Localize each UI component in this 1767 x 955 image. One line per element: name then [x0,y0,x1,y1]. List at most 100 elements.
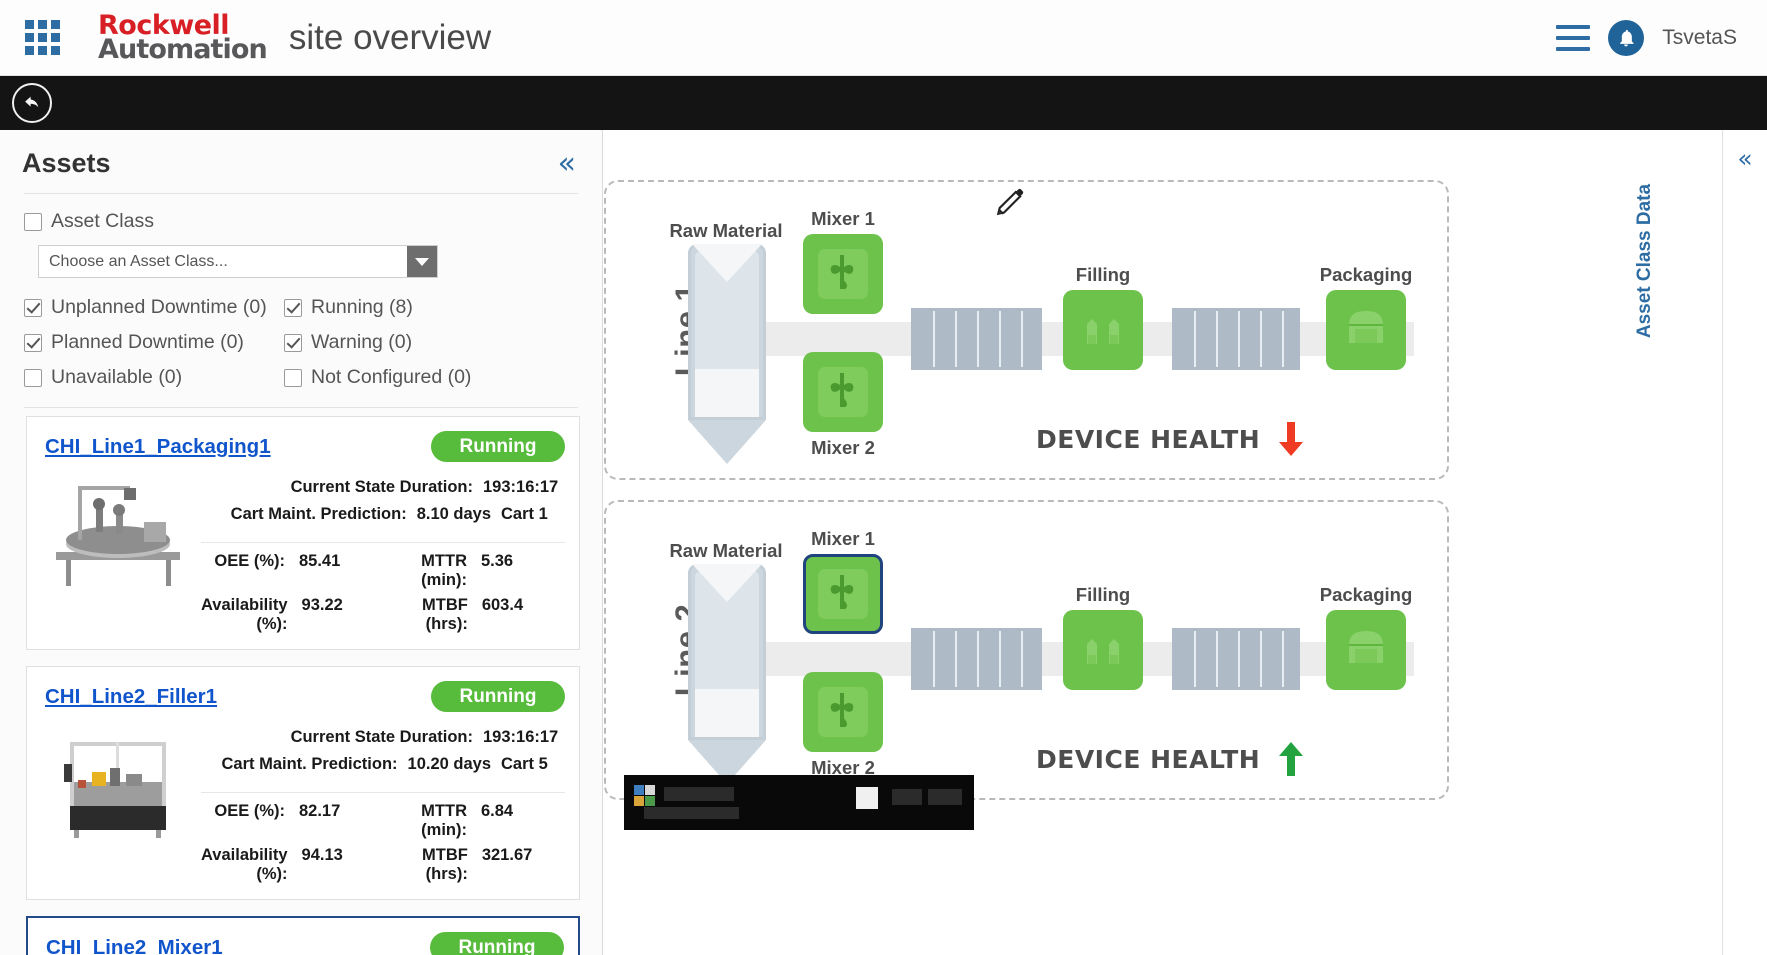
collapse-sidebar-icon[interactable]: « [558,148,576,179]
overlay-block [645,796,655,806]
card-body: Current State Duration: 193:16:17 Cart M… [27,722,579,899]
status-badge[interactable]: Running [430,932,564,955]
mttr-label: MTTR (min): [421,802,467,839]
assets-sidebar: Assets « Asset Class Choose an Asset Cla… [0,130,603,955]
availability-label: Availability (%): [201,846,288,883]
mttr-value: 5.36 [481,552,514,570]
filter-unplanned-downtime[interactable]: Unplanned Downtime (0) [24,296,284,319]
checkbox[interactable] [284,333,302,352]
filter-running[interactable]: Running (8) [284,296,544,319]
app-header: Rockwell Automation site overview Tsveta… [0,0,1767,76]
stage-label-packaging: Packaging [1319,584,1413,605]
filter-label: Unavailable (0) [51,366,183,388]
raw-material-tank[interactable] [688,564,766,784]
username-label[interactable]: TsvetaS [1662,26,1737,50]
chevron-down-icon[interactable] [407,246,437,277]
mixer-icon [818,687,868,737]
cart-value: Cart 5 [501,755,548,773]
sidebar-header: Assets « [0,130,602,193]
filter-label: Planned Downtime (0) [51,331,244,353]
filter-not-configured[interactable]: Not Configured (0) [284,366,544,389]
overlay-block [634,796,644,806]
filter-warning[interactable]: Warning (0) [284,331,544,354]
asset-card[interactable]: CHI_Line1_Packaging1 Running Current Sta… [26,416,580,650]
cart-value: Cart 1 [501,505,548,523]
packaging-machine-photo [45,474,195,594]
mixer-1-machine[interactable] [803,554,883,634]
mixer-2-machine[interactable] [803,672,883,752]
prediction-label: Cart Maint. Prediction: [230,505,407,523]
mttr-label: MTTR (min): [421,552,467,589]
overlay-block [856,787,878,809]
checkbox[interactable] [24,298,42,317]
asset-class-label: Asset Class [51,210,154,232]
line-1-container[interactable]: Line 1 Raw Material Mixer 1 Mixer 2 Fill… [604,180,1449,480]
asset-name-link[interactable]: CHI_Line2_Filler1 [45,685,217,709]
mixer-1-machine[interactable] [803,234,883,314]
mixer-2-machine[interactable] [803,352,883,432]
availability-value: 93.22 [301,596,343,614]
filling-machine[interactable] [1063,290,1143,370]
belt-segment [1172,628,1300,690]
secondary-toolbar [0,76,1767,130]
line-2-container[interactable]: Line 2 Raw Material Mixer 1 Mixer 2 Fill… [604,500,1449,800]
device-health-indicator[interactable]: DEVICE HEALTH [1036,740,1308,778]
packaging-icon [1339,303,1393,357]
rockwell-automation-logo: Rockwell Automation [98,12,268,63]
status-badge[interactable]: Running [431,681,565,712]
stage-label-filling: Filling [1075,584,1131,605]
asset-class-checkbox-row[interactable]: Asset Class [24,210,578,233]
stage-label-mixer-1: Mixer 1 [811,208,875,229]
raw-material-tank[interactable] [688,244,766,464]
availability-value: 94.13 [301,846,343,864]
mttr-value: 6.84 [481,802,514,820]
asset-class-checkbox[interactable] [24,212,42,231]
asset-class-select[interactable]: Choose an Asset Class... [38,245,438,278]
back-arrow-icon[interactable] [12,83,52,123]
oee-label: OEE (%): [214,552,285,570]
mixer-icon [818,569,868,619]
asset-class-select-value: Choose an Asset Class... [49,252,228,270]
asset-card[interactable]: CHI_Line2_Mixer1 Running [26,916,580,955]
device-health-label: DEVICE HEALTH [1036,744,1261,774]
filling-machine[interactable] [1063,610,1143,690]
filter-unavailable[interactable]: Unavailable (0) [24,366,284,389]
checkbox[interactable] [284,368,302,387]
duration-label: Current State Duration: [290,478,473,496]
device-health-indicator[interactable]: DEVICE HEALTH [1036,420,1308,458]
collapse-right-icon[interactable]: « [1723,144,1767,173]
kpi-table: OEE (%): 82.17 MTTR (min): 6.84 Availabi… [201,792,565,887]
duration-value: 193:16:17 [483,728,559,746]
kpi-table: OEE (%): 85.41 MTTR (min): 5.36 Availabi… [201,542,565,637]
hamburger-menu-icon[interactable] [1556,24,1591,51]
checkbox[interactable] [24,333,42,352]
overlay-block [928,789,962,805]
asset-name-link[interactable]: CHI_Line1_Packaging1 [45,435,271,459]
mtbf-value: 321.67 [481,846,533,864]
checkbox[interactable] [284,298,302,317]
packaging-machine[interactable] [1326,610,1406,690]
availability-label: Availability (%): [201,596,288,633]
filling-icon [1076,623,1130,677]
oee-value: 82.17 [299,802,341,820]
packaging-icon [1339,623,1393,677]
notification-bell-icon[interactable] [1608,19,1645,56]
status-badge[interactable]: Running [431,431,565,462]
filter-planned-downtime[interactable]: Planned Downtime (0) [24,331,284,354]
asset-class-data-panel-tab[interactable]: « Asset Class Data [1634,130,1767,955]
prediction-label: Cart Maint. Prediction: [221,755,398,773]
asset-card[interactable]: CHI_Line2_Filler1 Running Current State … [26,666,580,900]
arrow-up-icon [1279,742,1304,776]
asset-name-link[interactable]: CHI_Line2_Mixer1 [46,936,223,955]
belt-segment [911,308,1042,370]
current-state-duration-row: Current State Duration: 193:16:17 [201,724,565,751]
checkbox[interactable] [24,368,42,387]
packaging-machine[interactable] [1326,290,1406,370]
card-header: CHI_Line2_Filler1 Running [27,667,579,722]
overlay-block [664,787,734,801]
mtbf-label: MTBF (hrs): [422,846,468,883]
mtbf-value: 603.4 [481,596,524,614]
stage-label-packaging: Packaging [1319,264,1413,285]
apps-grid-icon[interactable] [22,18,62,58]
filter-label: Not Configured (0) [311,366,472,388]
